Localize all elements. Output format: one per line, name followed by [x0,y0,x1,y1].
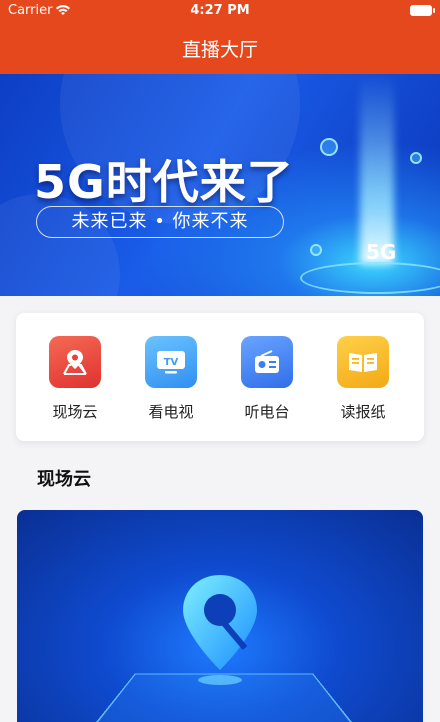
app-header: Carrier 4:27 PM 直播大厅 [0,0,440,74]
banner-tagline: 未来已来 • 你来不来 [36,206,284,238]
status-bar: Carrier 4:27 PM [0,0,440,22]
banner-light-ring [300,262,440,294]
status-time: 4:27 PM [190,3,250,18]
menu-item-label: 听电台 [244,403,290,421]
menu-item-newspaper[interactable]: 读报纸 [327,336,399,422]
location-map-icon [49,336,101,388]
newspaper-icon [337,336,389,388]
menu-item-watch-tv[interactable]: TV 看电视 [135,336,207,422]
menu-item-radio[interactable]: 听电台 [231,336,303,422]
location-pin-icon [183,575,257,685]
page-title: 直播大厅 [181,39,258,61]
battery-icon [410,5,435,16]
banner-light-beam [360,74,394,264]
radio-icon [241,336,293,388]
tv-icon: TV [145,336,197,388]
menu-item-label: 读报纸 [340,403,386,421]
banner-headline: 5G时代来了 [34,155,294,209]
live-cloud-preview-image[interactable] [17,510,423,722]
promo-banner[interactable]: 5G时代来了 未来已来 • 你来不来 5G [0,74,440,296]
menu-item-live-cloud[interactable]: 现场云 [39,336,111,422]
banner-5g-badge: 5G [366,240,397,264]
svg-text:TV: TV [164,357,179,368]
section-title: 现场云 [37,469,91,490]
banner-glow-dot [320,138,338,156]
banner-glow-dot [310,244,322,256]
banner-glow-dot [410,152,422,164]
quick-menu-card: 现场云 TV 看电视 听电台 读报纸 [16,313,424,441]
menu-item-label: 现场云 [52,403,98,421]
menu-item-label: 看电视 [148,403,194,421]
